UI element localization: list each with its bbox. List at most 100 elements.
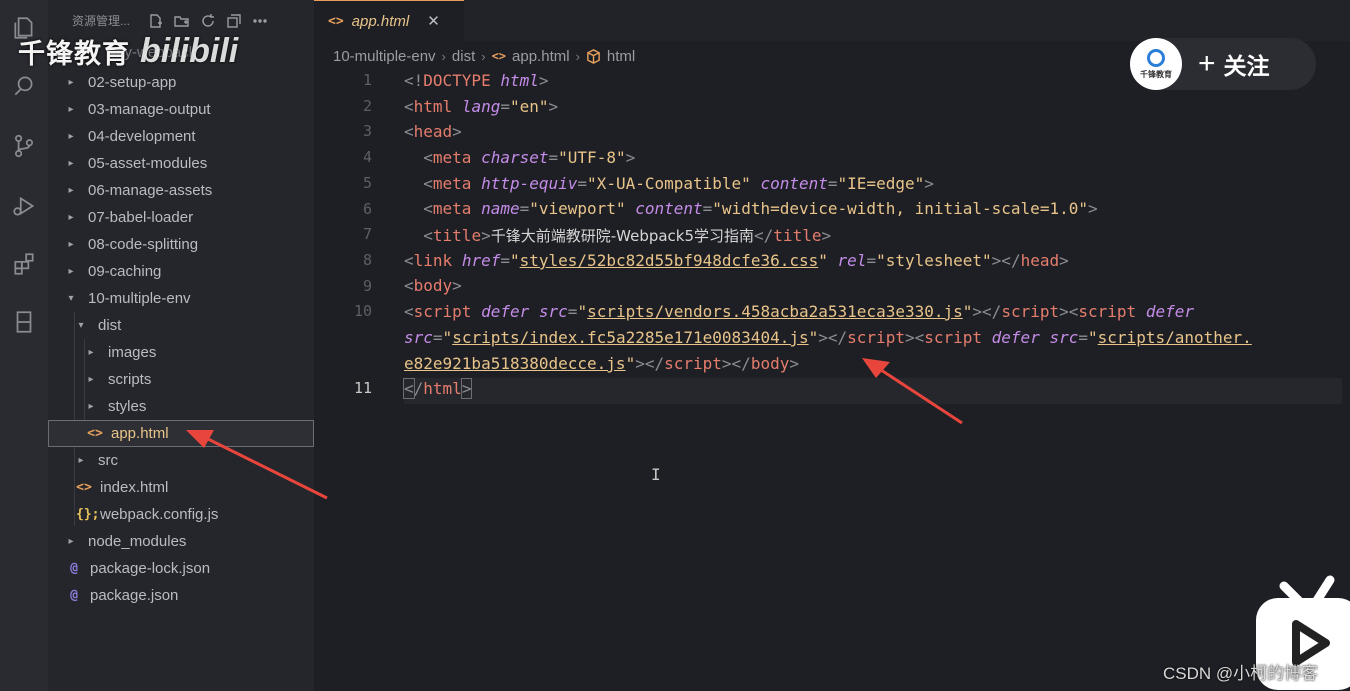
tree-item-label: dist	[98, 317, 122, 334]
tree-item-label: node_modules	[88, 533, 187, 550]
code-line: <head>	[404, 122, 462, 141]
tree-item-package-json[interactable]: @ package.json	[48, 582, 314, 609]
tree-item-label: package-lock.json	[90, 560, 211, 577]
another-script-link[interactable]: scripts/another.	[1098, 328, 1252, 347]
tree-item-09-caching[interactable]: ▸ 09-caching	[48, 258, 314, 285]
line-number: 5	[362, 173, 372, 192]
tree-item-images[interactable]: ▸ images	[48, 339, 314, 366]
chevron-right-icon: ›	[481, 48, 486, 64]
run-debug-icon[interactable]	[0, 184, 48, 228]
symbol-element-icon	[586, 48, 601, 65]
explorer-title: 资源管理...	[72, 14, 131, 28]
tree-item-src[interactable]: ▸ src	[48, 447, 314, 474]
tree-item-label: images	[108, 344, 157, 361]
line-number: 11	[353, 379, 372, 398]
chevron-right-icon: ▸	[68, 266, 74, 277]
close-icon[interactable]: ✕	[427, 12, 440, 30]
code-line: <meta charset="UTF-8">	[423, 148, 636, 167]
code-line: <!DOCTYPE html>	[404, 71, 549, 90]
breadcrumb-item[interactable]: app.html	[512, 48, 570, 65]
chevron-right-icon: ▸	[68, 131, 74, 142]
line-number: 10	[353, 302, 372, 321]
tree-item-scripts[interactable]: ▸ scripts	[48, 366, 314, 393]
tree-item-04-development[interactable]: ▸ 04-development	[48, 123, 314, 150]
csdn-watermark: CSDN @小柯的博客	[1163, 664, 1319, 683]
code-line: <meta name="viewport" content="width=dev…	[423, 199, 1098, 218]
tree-item-label: src	[98, 452, 118, 469]
vendors-script-link[interactable]: scripts/vendors.458acba2a531eca3e330.js	[587, 302, 963, 321]
chevron-right-icon: ▸	[68, 185, 74, 196]
editor-area: <> app.html ✕ 10-multiple-env › dist › <…	[314, 0, 1350, 691]
breadcrumb-item[interactable]: html	[607, 48, 635, 65]
tree-item-label: styles	[108, 398, 147, 415]
tree-item-app-html[interactable]: <> app.html	[48, 420, 314, 447]
follow-button[interactable]: 千锋教育 + 关注	[1130, 38, 1316, 90]
code-line: e82e921ba518380decce.js"></script></body…	[404, 354, 799, 373]
explorer-sidebar: 资源管理... my-webpack ▸ 02-setup-app ▸ 03-mana…	[48, 0, 314, 691]
tree-item-label: 07-babel-loader	[88, 209, 194, 226]
chevron-right-icon: ▸	[88, 347, 94, 358]
breadcrumb-item[interactable]: dist	[452, 48, 475, 65]
current-line-highlight	[404, 378, 1342, 404]
chevron-right-icon: ▸	[68, 536, 74, 547]
chevron-right-icon: ›	[575, 48, 580, 64]
tree-item-styles[interactable]: ▸ styles	[48, 393, 314, 420]
tree-item-node-modules[interactable]: ▸ node_modules	[48, 528, 314, 555]
code-line: <html lang="en">	[404, 97, 559, 116]
code-line: <body>	[404, 276, 462, 295]
tree-item-label: app.html	[111, 425, 169, 442]
tree-item-label: index.html	[100, 479, 169, 496]
tree-item-08-code-splitting[interactable]: ▸ 08-code-splitting	[48, 231, 314, 258]
chevron-right-icon: ▸	[68, 158, 74, 169]
new-file-icon[interactable]	[148, 13, 164, 29]
tree-item-label: 08-code-splitting	[88, 236, 199, 253]
index-script-link[interactable]: scripts/index.fc5a2285e171e0083404.js	[452, 328, 808, 347]
tree-item-webpack-config-js[interactable]: {}; webpack.config.js	[48, 501, 314, 528]
tree-item-02-setup-app[interactable]: ▸ 02-setup-app	[48, 69, 314, 96]
tree-item-index-html[interactable]: <> index.html	[48, 474, 314, 501]
chevron-right-icon: ▸	[88, 374, 94, 385]
stylesheet-link[interactable]: styles/52bc82d55bf948dcfe36.css	[520, 251, 819, 270]
json-file-icon: @	[70, 588, 78, 603]
refresh-icon[interactable]	[200, 13, 216, 29]
line-number: 7	[362, 225, 372, 244]
html-file-icon: <>	[491, 49, 507, 63]
tree-item-label: 04-development	[88, 128, 196, 145]
more-actions-icon[interactable]	[252, 13, 268, 29]
line-number: 9	[362, 276, 372, 295]
code-line: src="scripts/index.fc5a2285e171e0083404.…	[404, 328, 1252, 347]
remote-explorer-icon[interactable]	[0, 300, 48, 344]
tree-item-03-manage-output[interactable]: ▸ 03-manage-output	[48, 96, 314, 123]
brand-watermark: 千锋教育 bilibili	[18, 32, 238, 71]
line-number: 1	[362, 71, 372, 89]
another-script-link-cont[interactable]: e82e921ba518380decce.js	[404, 354, 626, 373]
tab-app-html[interactable]: <> app.html ✕	[314, 0, 464, 41]
collapse-all-icon[interactable]	[226, 13, 242, 29]
tree-item-07-babel-loader[interactable]: ▸ 07-babel-loader	[48, 204, 314, 231]
tree-item-05-asset-modules[interactable]: ▸ 05-asset-modules	[48, 150, 314, 177]
chevron-right-icon: ▸	[68, 104, 74, 115]
activity-bar	[0, 0, 48, 691]
tree-item-label: 09-caching	[88, 263, 162, 280]
code-line: </html>	[403, 378, 473, 399]
tree-item-label: 03-manage-output	[88, 101, 211, 118]
code-line: <script defer src="scripts/vendors.458ac…	[404, 302, 1194, 321]
tree-item-label: 06-manage-assets	[88, 182, 213, 199]
logo-mark-icon	[1147, 48, 1165, 67]
tree-item-package-lock-json[interactable]: @ package-lock.json	[48, 555, 314, 582]
line-number: 6	[362, 199, 372, 218]
tree-item-10-multiple-env[interactable]: ▾ 10-multiple-env	[48, 285, 314, 312]
tree-item-06-manage-assets[interactable]: ▸ 06-manage-assets	[48, 177, 314, 204]
breadcrumb-item[interactable]: 10-multiple-env	[333, 48, 436, 65]
tree-item-label: 02-setup-app	[88, 74, 177, 91]
tree-item-label: scripts	[108, 371, 152, 388]
source-control-icon[interactable]	[0, 124, 48, 168]
bilibili-logo: bilibili	[140, 32, 239, 70]
js-file-icon: {};	[76, 507, 100, 522]
chevron-right-icon: ›	[441, 48, 446, 64]
tree-item-dist[interactable]: ▾ dist	[48, 312, 314, 339]
tree-item-label: 10-multiple-env	[88, 290, 191, 307]
new-folder-icon[interactable]	[174, 13, 190, 29]
extensions-icon[interactable]	[0, 242, 48, 286]
chevron-down-icon: ▾	[68, 293, 74, 304]
